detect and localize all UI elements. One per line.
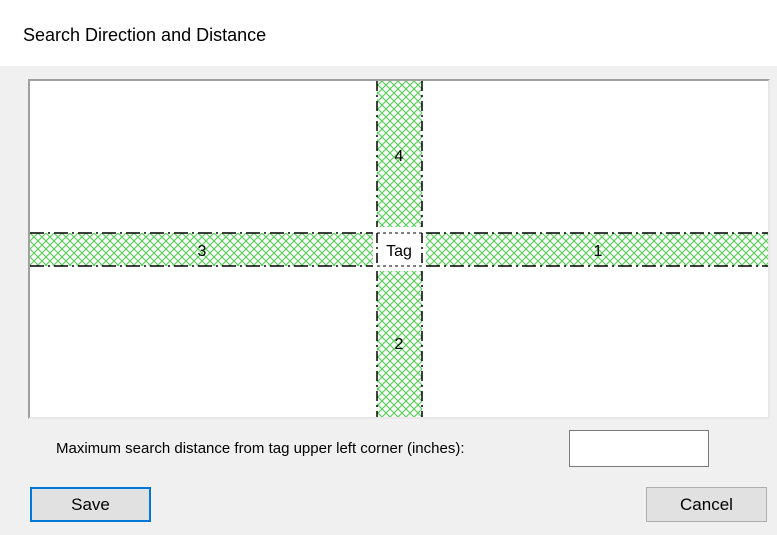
search-zone-3[interactable]: 3 xyxy=(30,232,373,267)
zone-3-label: 3 xyxy=(198,243,207,260)
search-zone-1[interactable]: 1 xyxy=(426,232,768,267)
max-distance-input[interactable] xyxy=(569,430,709,467)
tag-label: Tag xyxy=(386,243,412,260)
zone-1-label: 1 xyxy=(594,243,603,260)
cancel-button[interactable]: Cancel xyxy=(646,487,767,522)
zone-2-label: 2 xyxy=(395,336,404,353)
tag-box: Tag xyxy=(376,232,423,267)
search-direction-diagram: 4 2 3 1 Tag xyxy=(28,79,770,419)
search-zone-4[interactable]: 4 xyxy=(376,81,423,227)
diagram-svg: 4 2 3 1 Tag xyxy=(30,81,768,417)
save-button[interactable]: Save xyxy=(30,487,151,522)
zone-4-label: 4 xyxy=(395,148,404,165)
search-zone-2[interactable]: 2 xyxy=(376,271,423,417)
max-distance-label: Maximum search distance from tag upper l… xyxy=(56,440,465,457)
window-title: Search Direction and Distance xyxy=(23,25,267,45)
title-bar: Search Direction and Distance xyxy=(0,0,777,66)
dialog-window: Search Direction and Distance 4 2 3 1 Ta… xyxy=(0,0,777,535)
